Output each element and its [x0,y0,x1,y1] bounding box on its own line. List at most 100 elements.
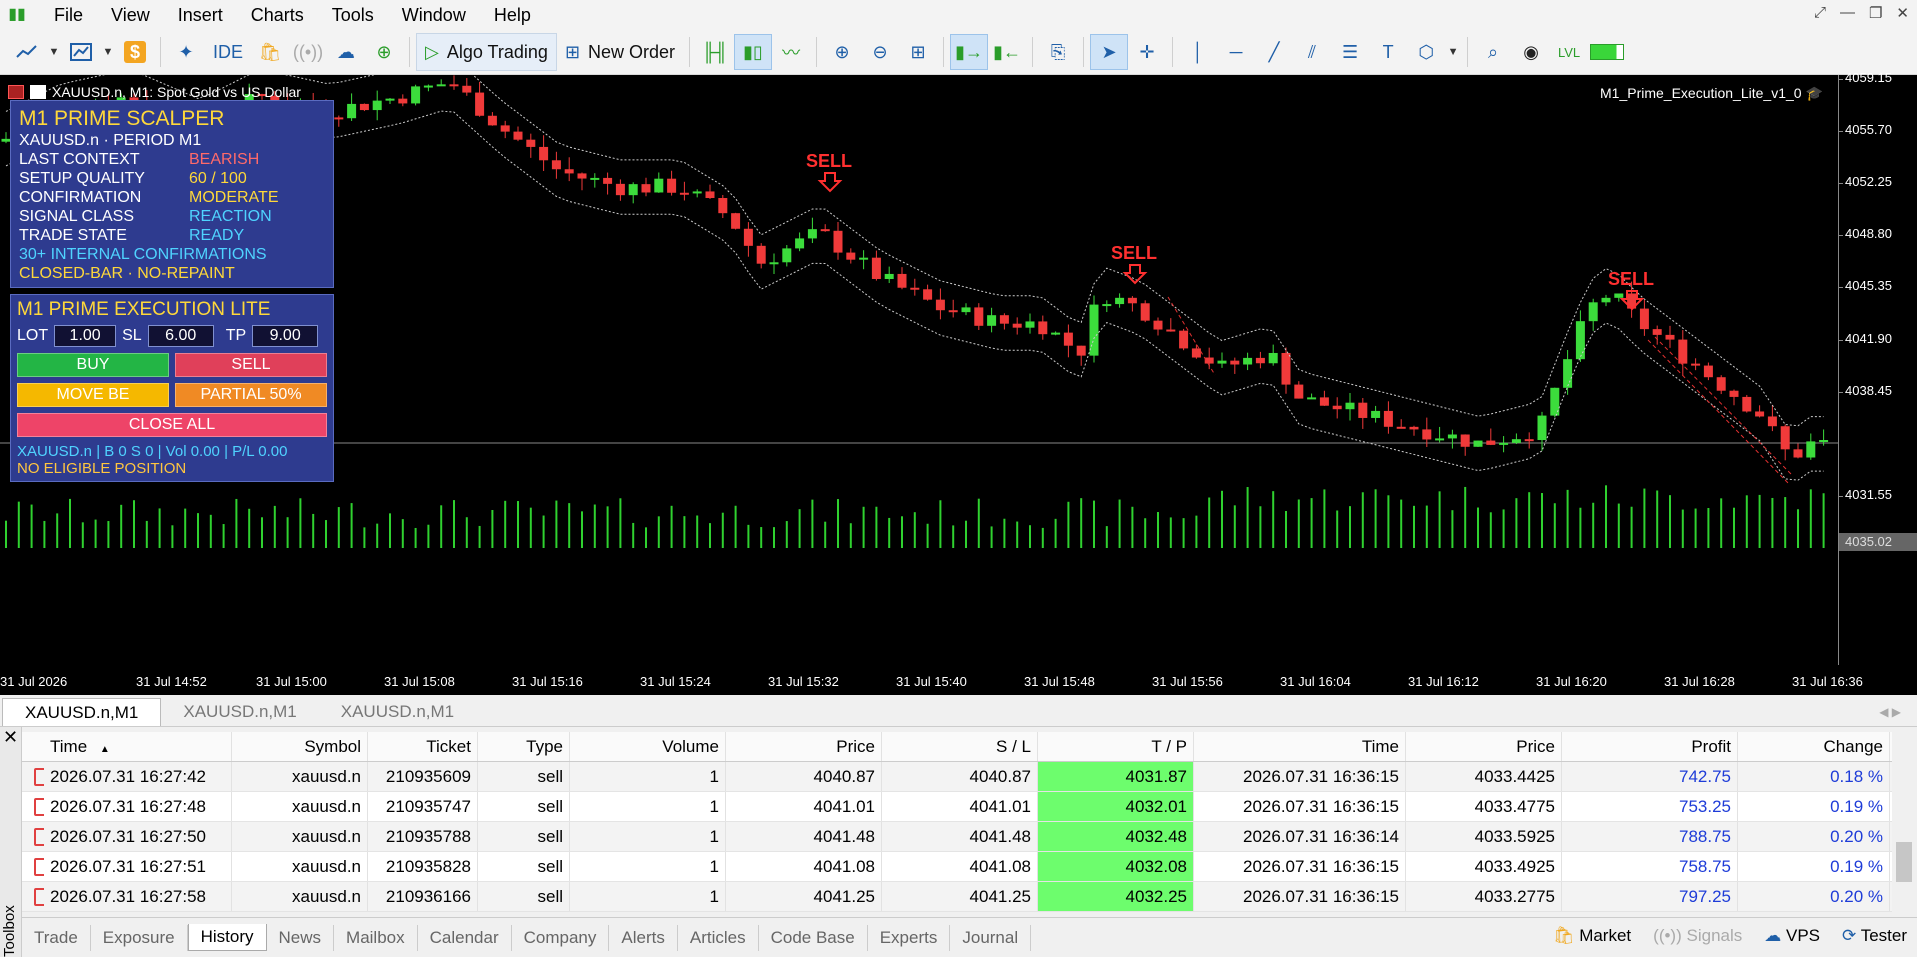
column-header[interactable]: Time ▲ [44,732,232,761]
ide-button[interactable]: IDE [205,33,251,71]
column-header[interactable]: Type [478,732,570,761]
account-icon[interactable]: ◉ [1512,34,1550,70]
market-link[interactable]: 🛍 Market [1553,926,1631,946]
column-header[interactable]: Price [726,732,882,761]
toolbox-tab-experts[interactable]: Experts [868,924,951,951]
deal-document-icon [34,888,44,906]
toolbox-tab-calendar[interactable]: Calendar [418,924,512,951]
new-order-button[interactable]: ⊞ New Order [557,33,683,71]
chart-menu-icon[interactable] [8,85,24,99]
chart-shift-icon[interactable]: ▮← [988,34,1026,70]
restore-icon[interactable]: ❐ [1869,4,1882,22]
partial-close-button[interactable]: PARTIAL 50% [175,383,327,407]
menu-window[interactable]: Window [388,0,480,30]
text-tool-icon[interactable]: T [1369,34,1407,70]
chart-template-icon[interactable] [62,34,100,70]
buy-button[interactable]: BUY [17,353,169,377]
dropdown-arrow-icon[interactable]: ▼ [46,34,62,70]
sparkle-icon[interactable]: ✦ [167,34,205,70]
signals-link[interactable]: ((•)) Signals [1653,926,1742,946]
zoom-in-icon[interactable]: ⊕ [823,34,861,70]
vertical-line-icon[interactable]: │ [1179,34,1217,70]
menu-file[interactable]: File [40,0,97,30]
cloud-icon[interactable]: ☁ [327,34,365,70]
menu-charts[interactable]: Charts [237,0,318,30]
toolbox-tab-trade[interactable]: Trade [22,924,91,951]
column-header[interactable]: Volume [570,732,726,761]
channel-icon[interactable]: ⫽ [1293,34,1331,70]
cursor-icon[interactable]: ➤ [1090,34,1129,70]
column-header[interactable]: Change [1738,732,1890,761]
table-row[interactable]: 2026.07.31 16:27:51 xauusd.n 210935828 sell… [22,852,1892,882]
column-header[interactable]: Ticket [368,732,478,761]
algo-trading-button[interactable]: ▷ Algo Trading [416,33,557,71]
auto-scroll-icon[interactable]: ▮→ [950,34,989,70]
column-header[interactable]: Symbol [232,732,368,761]
bar-chart-icon[interactable]: ╟╢ [696,34,734,70]
toolbox-tab-mailbox[interactable]: Mailbox [334,924,418,951]
price-scale[interactable]: 4059.15 4055.70 4052.25 4048.80 4045.35 4041.… [1838,70,1917,665]
trendline-icon[interactable]: ╱ [1255,34,1293,70]
zoom-out-icon[interactable]: ⊖ [861,34,899,70]
table-row[interactable]: 2026.07.31 16:27:48 xauusd.n 210935747 sell… [22,792,1892,822]
close-all-button[interactable]: CLOSE ALL [17,413,327,437]
tile-windows-icon[interactable]: ⊞ [899,34,937,70]
line-mode-icon[interactable]: 〰 [772,34,810,70]
market-bag-icon[interactable]: 🛍 [251,34,289,70]
column-header[interactable]: Price [1406,732,1562,761]
candlestick-icon[interactable]: ▮▯ [734,34,773,70]
menu-view[interactable]: View [97,0,164,30]
chart-tab-2[interactable]: XAUUSD.n,M1 [161,698,318,726]
toolbox-tab-articles[interactable]: Articles [678,924,759,951]
table-scrollbar[interactable] [1892,732,1917,912]
dollar-icon[interactable]: $ [116,34,154,70]
table-row[interactable]: 2026.07.31 16:27:42 xauusd.n 210935609 sell… [22,762,1892,792]
minimize-icon[interactable]: — [1840,4,1855,22]
shapes-icon[interactable]: ⬡ [1407,34,1445,70]
horizontal-line-icon[interactable]: ─ [1217,34,1255,70]
chart-tab-3[interactable]: XAUUSD.n,M1 [319,698,476,726]
menu-tools[interactable]: Tools [318,0,388,30]
column-header[interactable]: S / L [882,732,1038,761]
vps-link[interactable]: ☁ VPS [1764,926,1820,946]
lot-input[interactable]: 1.00 [54,325,117,347]
move-be-button[interactable]: MOVE BE [17,383,169,407]
tester-link[interactable]: ⟳ Tester [1842,926,1907,946]
close-toolbox-icon[interactable]: ✕ [0,727,21,747]
column-header[interactable]: Time [1194,732,1406,761]
level-icon[interactable]: LVL [1550,34,1588,70]
chart-tab-1[interactable]: XAUUSD.n,M1 [2,698,162,726]
toolbox-tab-exposure[interactable]: Exposure [91,924,188,951]
crosshair-icon[interactable]: ✛ [1128,34,1166,70]
fibonacci-icon[interactable]: ☰ [1331,34,1369,70]
vps-globe-icon[interactable]: ⊕ [365,34,403,70]
table-row[interactable]: 2026.07.31 16:27:50 xauusd.n 210935788 sell… [22,822,1892,852]
toolbox-tab-company[interactable]: Company [512,924,610,951]
toolbox-tab-history[interactable]: History [187,924,267,951]
search-icon[interactable]: ⌕ [1474,34,1512,70]
column-header[interactable]: Profit [1562,732,1738,761]
dropdown-arrow-icon[interactable]: ▼ [100,34,116,70]
unpin-icon[interactable]: ⤢ [1814,4,1826,22]
sell-button[interactable]: SELL [175,353,327,377]
menu-help[interactable]: Help [480,0,545,30]
toolbox-tab-code-base[interactable]: Code Base [759,924,868,951]
scrollbar-thumb[interactable] [1896,842,1912,882]
toolbox-tab-alerts[interactable]: Alerts [609,924,678,951]
time-scale[interactable]: 31 Jul 2026 31 Jul 14:52 31 Jul 15:00 31 Ju… [0,665,1917,695]
signal-broadcast-icon[interactable]: ((•)) [289,34,327,70]
line-chart-icon[interactable] [8,34,46,70]
tp-input[interactable]: 9.00 [252,325,319,347]
column-header[interactable]: T / P [1038,732,1194,761]
table-row[interactable]: 2026.07.31 16:27:58 xauusd.n 210936166 sell… [22,882,1892,912]
toolbox-tab-journal[interactable]: Journal [950,924,1032,951]
tab-scroll-arrows[interactable]: ◀ ▶ [1879,698,1901,726]
sl-input[interactable]: 6.00 [147,325,214,347]
close-icon[interactable]: ✕ [1896,4,1909,22]
menu-insert[interactable]: Insert [164,0,237,30]
chart-type-icon[interactable] [30,85,46,99]
toolbox-tab-news[interactable]: News [267,924,335,951]
dropdown-arrow-icon[interactable]: ▼ [1445,34,1461,70]
screenshot-icon[interactable]: ⎘ [1039,34,1077,70]
table-cell: 0.20 % [1738,882,1890,911]
